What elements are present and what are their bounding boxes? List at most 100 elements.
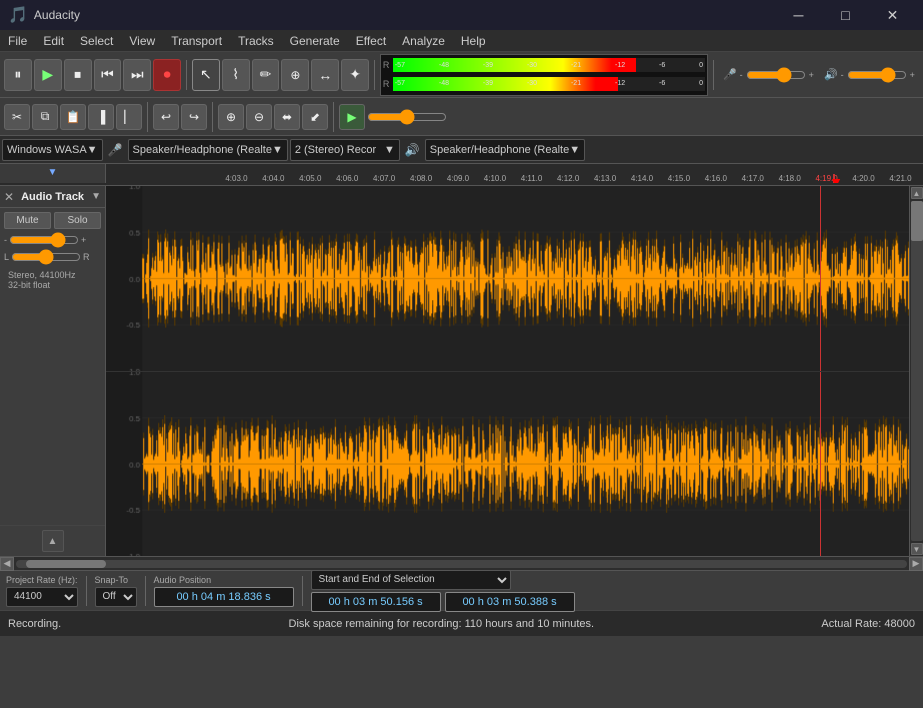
skip-fwd-button[interactable]: ⏭ bbox=[123, 59, 151, 91]
mute-button[interactable]: Mute bbox=[4, 212, 51, 229]
paste-button[interactable]: 📋 bbox=[60, 104, 86, 130]
zoom-out-button[interactable]: ⊖ bbox=[246, 104, 272, 130]
bb-sep3 bbox=[302, 576, 303, 606]
scroll-track-h[interactable] bbox=[16, 560, 907, 568]
track-dropdown-button[interactable]: ▼ bbox=[91, 191, 101, 202]
trim-button[interactable]: ▐ bbox=[88, 104, 114, 130]
speaker-device-icon: 🔊 bbox=[405, 143, 420, 157]
horizontal-scrollbar[interactable]: ◀ ▶ bbox=[0, 556, 923, 570]
scroll-track-v[interactable] bbox=[911, 201, 923, 541]
vol-min-label: - bbox=[740, 70, 743, 80]
ruler-time-15: 4:17.0 bbox=[742, 174, 764, 183]
ruler-flag-down[interactable]: ▼ bbox=[48, 167, 58, 178]
copy-button[interactable]: ⧉ bbox=[32, 104, 58, 130]
mic-icon: 🎤 bbox=[723, 68, 737, 81]
waveform-container bbox=[106, 186, 909, 556]
zoom-tool[interactable]: ⊕ bbox=[281, 59, 309, 91]
scroll-up-arrow[interactable]: ▲ bbox=[911, 187, 923, 199]
host-dropdown[interactable]: Windows WASA ▼ bbox=[2, 139, 103, 161]
cut-button[interactable]: ✂ bbox=[4, 104, 30, 130]
undo-button[interactable]: ↩ bbox=[153, 104, 179, 130]
scroll-down-arrow[interactable]: ▼ bbox=[911, 543, 923, 555]
envelope-tool[interactable]: ⌇ bbox=[222, 59, 250, 91]
output-dropdown[interactable]: Speaker/Headphone (Realte ▼ bbox=[425, 139, 585, 161]
snap-to-select[interactable]: Off bbox=[95, 587, 137, 607]
scroll-thumb-h[interactable] bbox=[26, 560, 106, 568]
bb-sep1 bbox=[86, 576, 87, 606]
menu-analyze[interactable]: Analyze bbox=[394, 30, 453, 51]
menu-file[interactable]: File bbox=[0, 30, 35, 51]
track-info: Stereo, 44100Hz 32-bit float bbox=[4, 268, 101, 292]
track-close-button[interactable]: ✕ bbox=[4, 190, 14, 204]
expand-btn-row: ▲ bbox=[0, 525, 105, 556]
selection-type-select[interactable]: Start and End of Selection bbox=[311, 570, 511, 590]
time-shift-tool[interactable]: ↔ bbox=[311, 59, 339, 91]
silence-button[interactable]: ▏ bbox=[116, 104, 142, 130]
mic-dropdown[interactable]: Speaker/Headphone (Realte ▼ bbox=[128, 139, 288, 161]
snap-to-label: Snap-To bbox=[95, 575, 137, 585]
solo-button[interactable]: Solo bbox=[54, 212, 101, 229]
channels-dropdown[interactable]: 2 (Stereo) Recor ▼ bbox=[290, 139, 400, 161]
audio-position-input[interactable] bbox=[154, 587, 294, 607]
menu-help[interactable]: Help bbox=[453, 30, 494, 51]
fit-project-button[interactable]: ⬌ bbox=[274, 104, 300, 130]
sep2 bbox=[374, 60, 375, 90]
menu-transport[interactable]: Transport bbox=[163, 30, 230, 51]
ruler[interactable]: ▼ 4:03.0 4:04.0 4:05.0 4:06.0 4:07.0 4:0… bbox=[0, 164, 923, 186]
menu-edit[interactable]: Edit bbox=[35, 30, 72, 51]
fit-selection-button[interactable]: ⬋ bbox=[302, 104, 328, 130]
vertical-scrollbar[interactable]: ▲ ▼ bbox=[909, 186, 923, 556]
menubar: File Edit Select View Transport Tracks G… bbox=[0, 30, 923, 52]
redo-button[interactable]: ↪ bbox=[181, 104, 207, 130]
titlebar: 🎵 Audacity ─ □ ✕ bbox=[0, 0, 923, 30]
minimize-button[interactable]: ─ bbox=[776, 0, 821, 30]
scroll-thumb-v[interactable] bbox=[911, 201, 923, 241]
record-button[interactable]: ⏺ bbox=[153, 59, 181, 91]
multi-tool[interactable]: ✦ bbox=[341, 59, 369, 91]
ruler-time-13: 4:15.0 bbox=[668, 174, 690, 183]
ruler-time-8: 4:10.0 bbox=[484, 174, 506, 183]
selection-start-input[interactable] bbox=[311, 592, 441, 612]
project-rate-select[interactable]: 44100 bbox=[6, 587, 78, 607]
selection-end-input[interactable] bbox=[445, 592, 575, 612]
pan-left-icon: L bbox=[4, 252, 9, 262]
menu-select[interactable]: Select bbox=[72, 30, 121, 51]
menu-tracks[interactable]: Tracks bbox=[230, 30, 282, 51]
vol-pan-group: - + L R bbox=[4, 233, 101, 264]
stop-button[interactable]: ⏹ bbox=[64, 59, 92, 91]
skip-back-button[interactable]: ⏮ bbox=[94, 59, 122, 91]
play-at-speed-button[interactable]: ▶ bbox=[339, 104, 365, 130]
main-area: ✕ Audio Track ▼ Mute Solo - + L bbox=[0, 186, 923, 556]
ruler-time-12: 4:14.0 bbox=[631, 174, 653, 183]
track-pan-slider[interactable] bbox=[11, 250, 81, 264]
speaker-volume-slider[interactable] bbox=[847, 67, 907, 83]
waveform-bottom-channel[interactable] bbox=[106, 372, 909, 557]
play-button[interactable]: ▶ bbox=[34, 59, 62, 91]
vol-max-label: + bbox=[809, 70, 814, 80]
menu-generate[interactable]: Generate bbox=[282, 30, 348, 51]
menu-view[interactable]: View bbox=[121, 30, 163, 51]
playhead-top bbox=[820, 186, 821, 371]
mic-volume-slider[interactable] bbox=[746, 67, 806, 83]
scroll-left-arrow[interactable]: ◀ bbox=[0, 557, 14, 571]
maximize-button[interactable]: □ bbox=[823, 0, 868, 30]
track-expand-button[interactable]: ▲ bbox=[42, 530, 64, 552]
bb-sep2 bbox=[145, 576, 146, 606]
close-button[interactable]: ✕ bbox=[870, 0, 915, 30]
pause-button[interactable]: ⏸ bbox=[4, 59, 32, 91]
track-volume-slider[interactable] bbox=[9, 233, 79, 247]
menu-effect[interactable]: Effect bbox=[348, 30, 394, 51]
sep4 bbox=[147, 102, 148, 132]
scroll-right-arrow[interactable]: ▶ bbox=[909, 557, 923, 571]
status-center: Disk space remaining for recording: 110 … bbox=[289, 618, 595, 630]
draw-tool[interactable]: ✏ bbox=[252, 59, 280, 91]
status-bar: Recording. Disk space remaining for reco… bbox=[0, 610, 923, 636]
ruler-time-1: 4:03.0 bbox=[225, 174, 247, 183]
track-bit-depth: 32-bit float bbox=[8, 280, 97, 290]
playback-speed-slider[interactable] bbox=[367, 109, 447, 125]
spk-max-label: + bbox=[910, 70, 915, 80]
zoom-in-button[interactable]: ⊕ bbox=[218, 104, 244, 130]
ruler-track-label-space: ▼ bbox=[0, 164, 106, 183]
selection-tool[interactable]: ↖ bbox=[192, 59, 220, 91]
waveform-top-channel[interactable] bbox=[106, 186, 909, 372]
